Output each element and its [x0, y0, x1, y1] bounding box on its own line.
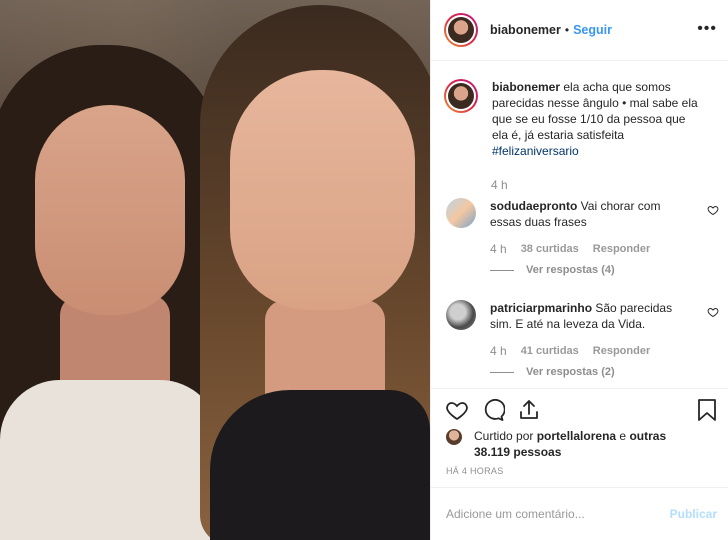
caption-hashtag[interactable]: #felizaniversario [492, 144, 579, 158]
comment-avatar[interactable] [446, 198, 476, 228]
action-bar [445, 398, 717, 422]
view-replies-button[interactable]: Ver respostas (2) [490, 366, 719, 378]
post-header: biabonemer • Seguir ••• [431, 0, 728, 61]
replies-divider [490, 269, 514, 271]
share-icon[interactable] [517, 398, 541, 422]
more-icon[interactable]: ••• [697, 20, 717, 38]
reply-button[interactable]: Responder [593, 345, 650, 357]
comment-likes[interactable]: 38 curtidas [521, 243, 579, 255]
caption-avatar-image [448, 83, 474, 109]
post-age[interactable]: HÁ 4 HORAS [446, 466, 504, 476]
post-photo[interactable] [0, 0, 430, 540]
comment-icon[interactable] [481, 398, 505, 422]
caption-text-block: biabonemer ela acha que somos parecidas … [492, 79, 702, 159]
author-username[interactable]: biabonemer [490, 23, 561, 37]
comment-username[interactable]: patriciarpmarinho [490, 301, 592, 315]
comment-likes[interactable]: 41 curtidas [521, 345, 579, 357]
comment-timestamp[interactable]: 4 h [490, 344, 507, 358]
reply-button[interactable]: Responder [593, 243, 650, 255]
liker-username[interactable]: portellalorena [537, 429, 616, 443]
author-avatar[interactable] [444, 13, 478, 47]
add-comment-bar: Publicar [431, 487, 728, 540]
comment-item: sodudaepronto Vai chorar com essas duas … [444, 198, 719, 276]
view-replies-label: Ver respostas (4) [526, 264, 615, 276]
caption-avatar[interactable] [444, 79, 478, 113]
comment-meta: 4 h 41 curtidas Responder [490, 344, 719, 358]
comment-item: patriciarpmarinho São parecidas sim. E a… [444, 300, 719, 378]
comments-list[interactable]: biabonemer ela acha que somos parecidas … [431, 62, 728, 389]
likes-text: Curtido por portellalorena e outras 38.1… [474, 428, 674, 460]
photo-figure-left-face [35, 105, 185, 315]
author-avatar-image [448, 17, 474, 43]
comment-meta: 4 h 38 curtidas Responder [490, 242, 719, 256]
photo-figure-right-face [230, 70, 415, 310]
small-heart-icon[interactable] [707, 306, 719, 318]
post-comment-button[interactable]: Publicar [670, 507, 717, 521]
caption-timestamp[interactable]: 4 h [491, 178, 508, 192]
bookmark-icon[interactable] [697, 398, 717, 422]
likes-prefix: Curtido por [474, 429, 534, 443]
comment-username[interactable]: sodudaepronto [490, 199, 577, 213]
comment-input[interactable] [446, 507, 670, 521]
caption-username[interactable]: biabonemer [492, 80, 560, 94]
replies-divider [490, 371, 514, 373]
photo-figure-right-shirt [210, 390, 430, 540]
caption: biabonemer ela acha que somos parecidas … [444, 79, 716, 159]
liker-avatar[interactable] [446, 429, 462, 445]
comment-avatar[interactable] [446, 300, 476, 330]
header-separator: • [564, 23, 570, 37]
post-sidebar: biabonemer • Seguir ••• biabonemer ela a… [430, 0, 728, 540]
heart-icon[interactable] [445, 398, 469, 422]
view-replies-button[interactable]: Ver respostas (4) [490, 264, 719, 276]
view-replies-label: Ver respostas (2) [526, 366, 615, 378]
follow-button[interactable]: Seguir [573, 23, 612, 37]
comment-text-block: patriciarpmarinho São parecidas sim. E a… [490, 300, 688, 332]
likes-summary: Curtido por portellalorena e outras 38.1… [446, 428, 674, 460]
photo-figure-left-shirt [0, 380, 220, 540]
comment-timestamp[interactable]: 4 h [490, 242, 507, 256]
likes-connector: e [619, 429, 627, 443]
comment-text-block: sodudaepronto Vai chorar com essas duas … [490, 198, 688, 230]
small-heart-icon[interactable] [707, 204, 719, 216]
